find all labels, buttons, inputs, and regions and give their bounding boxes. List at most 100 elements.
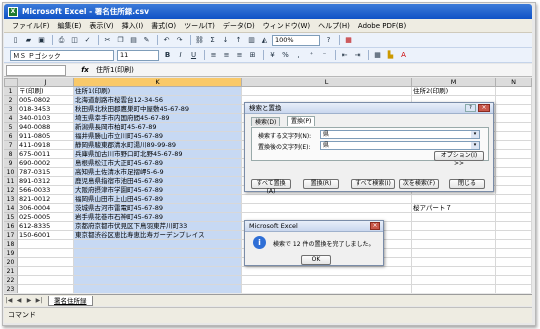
menu-format[interactable]: 書式(O): [151, 21, 176, 31]
chart-icon[interactable]: ▥: [246, 35, 257, 46]
align-right-icon[interactable]: ≡: [234, 50, 245, 61]
first-sheet-icon[interactable]: |◀: [4, 297, 14, 304]
cell-n[interactable]: [496, 186, 532, 195]
prev-sheet-icon[interactable]: ◀: [14, 297, 24, 304]
cell-j[interactable]: [18, 285, 74, 293]
cell-n[interactable]: [496, 258, 532, 267]
tab-find[interactable]: 検索(D): [251, 117, 281, 126]
row-header[interactable]: 21: [4, 267, 18, 276]
row-header[interactable]: 3: [4, 105, 18, 114]
cell-l[interactable]: [242, 204, 412, 213]
column-header-m[interactable]: M: [412, 78, 496, 87]
menu-edit[interactable]: 編集(E): [58, 21, 82, 31]
increase-indent-icon[interactable]: ⇥: [352, 50, 363, 61]
row-header[interactable]: 18: [4, 240, 18, 249]
menu-window[interactable]: ウィンドウ(W): [263, 21, 310, 31]
cell-k[interactable]: 福岡県山田市上山田45-67-89: [74, 195, 242, 204]
cell-m[interactable]: [412, 231, 496, 240]
cell-k[interactable]: 住所1(印刷): [74, 87, 242, 96]
cell-k[interactable]: 岩手県花巻市石神町45-67-89: [74, 213, 242, 222]
cell-j[interactable]: [18, 267, 74, 276]
cell-k[interactable]: 兵庫県加古川市野口町北野45-67-89: [74, 150, 242, 159]
hyperlink-icon[interactable]: ⛓: [194, 35, 205, 46]
font-size-select[interactable]: 11: [117, 49, 159, 61]
cell-j[interactable]: 340-0103: [18, 114, 74, 123]
column-header-l[interactable]: L: [242, 78, 412, 87]
cell-n[interactable]: [496, 276, 532, 285]
cell-k[interactable]: [74, 276, 242, 285]
cell-j[interactable]: [18, 258, 74, 267]
italic-icon[interactable]: I: [175, 50, 186, 61]
row-header[interactable]: 2: [4, 96, 18, 105]
row-header[interactable]: 6: [4, 132, 18, 141]
formula-content[interactable]: 住所1(印刷): [96, 65, 134, 75]
cell-j[interactable]: 〒(印刷): [18, 87, 74, 96]
cell-n[interactable]: [496, 150, 532, 159]
save-icon[interactable]: ▣: [36, 35, 47, 46]
cell-j[interactable]: 911-0805: [18, 132, 74, 141]
cell-j[interactable]: 018-3453: [18, 105, 74, 114]
name-box[interactable]: [6, 64, 66, 76]
cell-j[interactable]: 821-0012: [18, 195, 74, 204]
sheet-tab[interactable]: 署名住所録: [48, 295, 93, 306]
currency-icon[interactable]: ¥: [267, 50, 278, 61]
column-header-j[interactable]: J: [18, 78, 74, 87]
spellcheck-icon[interactable]: ✓: [82, 35, 93, 46]
cell-k[interactable]: 鹿児島県指宿市池田45-67-89: [74, 177, 242, 186]
cell-n[interactable]: [496, 114, 532, 123]
cell-n[interactable]: [496, 267, 532, 276]
bold-icon[interactable]: B: [162, 50, 173, 61]
cell-j[interactable]: 411-0918: [18, 141, 74, 150]
cell-k[interactable]: 茨城県古河市雷電町45-67-89: [74, 204, 242, 213]
options-button[interactable]: オプション(I) >>: [434, 151, 484, 167]
fx-icon[interactable]: fx: [78, 66, 92, 74]
menu-file[interactable]: ファイル(F): [12, 21, 50, 31]
cell-n[interactable]: [496, 249, 532, 258]
cell-k[interactable]: [74, 240, 242, 249]
cell-n[interactable]: [496, 132, 532, 141]
row-header[interactable]: 16: [4, 222, 18, 231]
menu-help[interactable]: ヘルプ(H): [318, 21, 350, 31]
underline-icon[interactable]: U: [188, 50, 199, 61]
row-header[interactable]: 8: [4, 150, 18, 159]
row-header[interactable]: 13: [4, 195, 18, 204]
cell-m[interactable]: [412, 222, 496, 231]
cell-k[interactable]: 東京都渋谷区恵比寿恵比寿ガーデンプレイス: [74, 231, 242, 240]
cell-n[interactable]: [496, 204, 532, 213]
cell-n[interactable]: [496, 213, 532, 222]
preview-icon[interactable]: ◫: [69, 35, 80, 46]
row-header[interactable]: 17: [4, 231, 18, 240]
find-next-button[interactable]: 次を検索(F): [399, 179, 439, 189]
last-sheet-icon[interactable]: ▶|: [34, 297, 44, 304]
cell-j[interactable]: 690-0002: [18, 159, 74, 168]
decrease-indent-icon[interactable]: ⇤: [339, 50, 350, 61]
menu-adobe-pdf[interactable]: Adobe PDF(B): [358, 22, 406, 30]
cell-k[interactable]: 埼玉県幸手市内国府間45-67-89: [74, 114, 242, 123]
decrease-decimal-icon[interactable]: ⁻: [319, 50, 330, 61]
cell-k[interactable]: [74, 267, 242, 276]
cell-n[interactable]: [496, 105, 532, 114]
sort-asc-icon[interactable]: ↓: [220, 35, 231, 46]
cell-k[interactable]: 高知県土佐清水市足摺岬5-6-9: [74, 168, 242, 177]
find-all-button[interactable]: すべて検索(I): [351, 179, 395, 189]
merge-center-icon[interactable]: ⊞: [247, 50, 258, 61]
row-header[interactable]: 5: [4, 123, 18, 132]
cell-m[interactable]: [412, 249, 496, 258]
cell-n[interactable]: [496, 285, 532, 293]
font-color-icon[interactable]: A: [398, 50, 409, 61]
paste-icon[interactable]: ▤: [128, 35, 139, 46]
fill-color-icon[interactable]: ▙: [385, 50, 396, 61]
format-painter-icon[interactable]: ✎: [141, 35, 152, 46]
cell-j[interactable]: 566-0033: [18, 186, 74, 195]
cell-k[interactable]: 秋田県北秋田郡鷹巣町中屋敷45-67-89: [74, 105, 242, 114]
close-button[interactable]: 閉じる: [449, 179, 485, 189]
cell-n[interactable]: [496, 195, 532, 204]
drawing-icon[interactable]: ◭: [259, 35, 270, 46]
pdf-icon[interactable]: ▦: [343, 35, 354, 46]
cell-n[interactable]: [496, 177, 532, 186]
new-icon[interactable]: ▯: [10, 35, 21, 46]
cell-n[interactable]: [496, 123, 532, 132]
menu-tools[interactable]: ツール(T): [184, 21, 215, 31]
row-header[interactable]: 9: [4, 159, 18, 168]
cell-j[interactable]: 150-6001: [18, 231, 74, 240]
